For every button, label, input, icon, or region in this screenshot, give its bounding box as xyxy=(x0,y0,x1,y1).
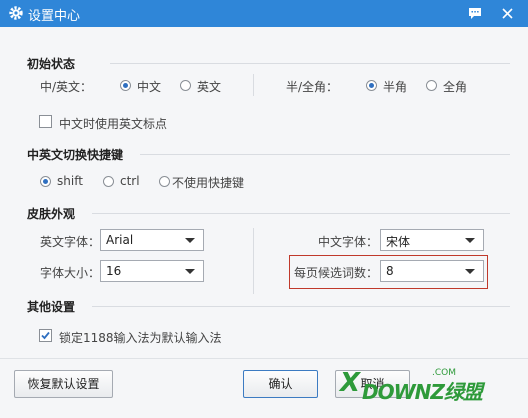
section-title-other: 其他设置 xyxy=(27,300,76,314)
watermark-text: DOWNZ绿盟 xyxy=(362,380,483,404)
divider xyxy=(92,213,510,214)
watermark-logo: X DOWNZ绿盟 .COM xyxy=(340,366,528,418)
close-icon xyxy=(501,7,513,19)
font-size-select[interactable]: 16 xyxy=(100,260,204,282)
width-label: 半/全角： xyxy=(286,80,339,94)
gear-icon xyxy=(9,6,23,20)
feedback-button[interactable] xyxy=(464,2,486,24)
font-size-value: 16 xyxy=(106,264,122,278)
close-button[interactable] xyxy=(496,2,518,24)
checkbox-lock-default-ime-label[interactable]: 锁定1188输入法为默认输入法 xyxy=(59,329,222,346)
divider xyxy=(110,63,510,64)
radio-hotkey-ctrl-label[interactable]: ctrl xyxy=(120,174,140,188)
checkbox-english-punctuation[interactable] xyxy=(39,115,52,128)
watermark-suffix: .COM xyxy=(432,368,456,378)
radio-full-width[interactable] xyxy=(426,80,437,91)
radio-full-width-label[interactable]: 全角 xyxy=(443,78,467,95)
settings-panel: 初始状态 中/英文： 中文 英文 半/全角： 半角 全角 中文时使用英文标点 中… xyxy=(0,27,528,418)
radio-hotkey-shift-label[interactable]: shift xyxy=(57,174,83,188)
radio-hotkey-ctrl[interactable] xyxy=(103,176,114,187)
watermark-x: X xyxy=(340,368,361,398)
candidates-per-page-value: 8 xyxy=(386,264,394,278)
checkbox-english-punctuation-label[interactable]: 中文时使用英文标点 xyxy=(59,115,167,132)
divider xyxy=(92,306,510,307)
window-title: 设置中心 xyxy=(28,9,81,24)
radio-half-width-label[interactable]: 半角 xyxy=(383,78,407,95)
radio-chinese-label[interactable]: 中文 xyxy=(137,78,161,95)
divider xyxy=(253,74,254,96)
title-bar: 设置中心 xyxy=(0,0,528,27)
chinese-font-label: 中文字体： xyxy=(318,235,379,249)
checkmark-icon xyxy=(41,331,50,340)
radio-chinese[interactable] xyxy=(120,80,131,91)
checkbox-lock-default-ime[interactable] xyxy=(39,329,52,342)
radio-english[interactable] xyxy=(180,80,191,91)
candidates-per-page-select[interactable]: 8 xyxy=(380,260,484,282)
divider xyxy=(140,154,510,155)
ok-button[interactable]: 确认 xyxy=(243,370,318,398)
section-title-hotkey: 中英文切换快捷键 xyxy=(27,148,124,162)
chevron-down-icon xyxy=(465,238,475,243)
candidates-per-page-label: 每页候选词数： xyxy=(294,266,379,280)
section-title-skin: 皮肤外观 xyxy=(27,207,76,221)
radio-half-width[interactable] xyxy=(366,80,377,91)
english-font-label: 英文字体： xyxy=(40,235,101,249)
chevron-down-icon xyxy=(185,238,195,243)
radio-english-label[interactable]: 英文 xyxy=(197,78,221,95)
chat-bubble-icon xyxy=(469,7,481,19)
radio-hotkey-shift[interactable] xyxy=(40,176,51,187)
english-font-select[interactable]: Arial xyxy=(100,229,204,251)
restore-defaults-button[interactable]: 恢复默认设置 xyxy=(14,370,113,398)
footer-divider xyxy=(0,358,528,359)
chinese-font-select[interactable]: 宋体 xyxy=(380,229,484,251)
radio-hotkey-none[interactable] xyxy=(159,176,170,187)
chinese-font-value: 宋体 xyxy=(386,235,411,249)
divider xyxy=(253,228,254,294)
radio-hotkey-none-label[interactable]: 不使用快捷键 xyxy=(172,174,244,191)
chevron-down-icon xyxy=(185,269,195,274)
chevron-down-icon xyxy=(465,269,475,274)
font-size-label: 字体大小： xyxy=(40,266,101,280)
english-font-value: Arial xyxy=(106,233,134,247)
section-title-initial-state: 初始状态 xyxy=(27,57,76,71)
lang-label: 中/英文： xyxy=(40,80,93,94)
